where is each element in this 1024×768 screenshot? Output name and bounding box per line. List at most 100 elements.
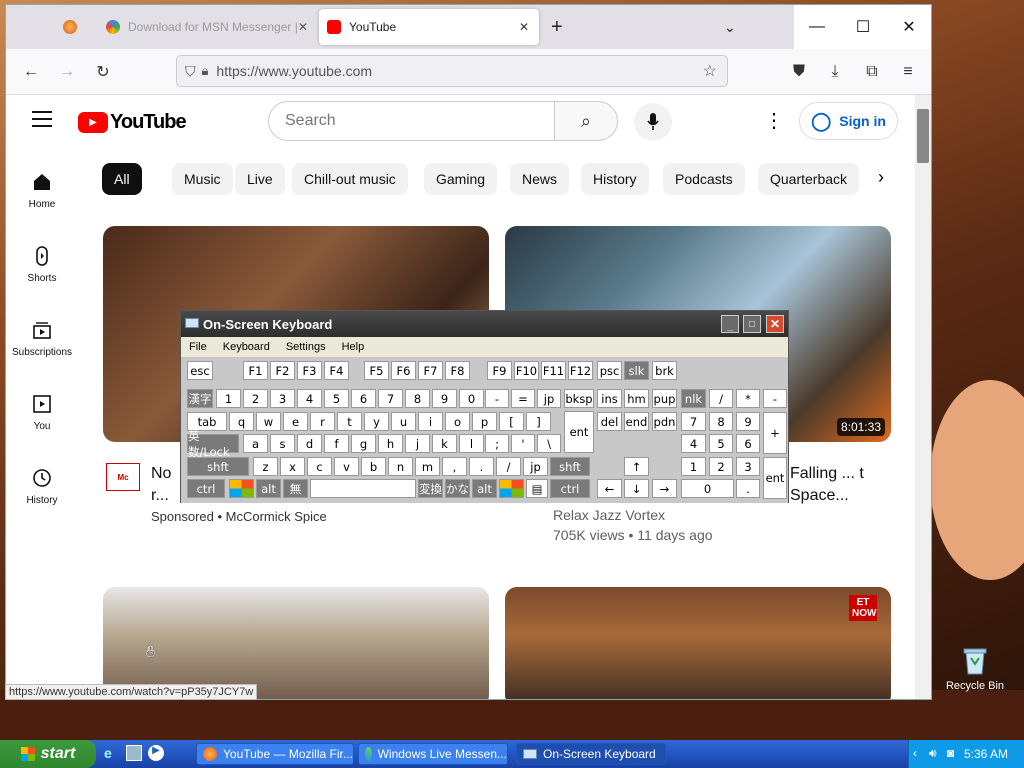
hamburger-menu-icon[interactable] bbox=[32, 111, 52, 127]
key-shft[interactable]: shft bbox=[550, 457, 590, 476]
key-F5[interactable]: F5 bbox=[364, 361, 389, 380]
ie-icon[interactable]: e bbox=[104, 745, 120, 761]
key-かな[interactable]: かな bbox=[445, 479, 470, 498]
key-5[interactable]: 5 bbox=[324, 389, 349, 408]
youtube-logo[interactable]: ▶ YouTube bbox=[78, 111, 187, 134]
list-tabs-chevron-icon[interactable]: ⌄ bbox=[724, 9, 744, 45]
key-4[interactable]: 4 bbox=[681, 434, 706, 453]
key-l[interactable]: l bbox=[459, 434, 484, 453]
key-3[interactable]: 3 bbox=[736, 457, 760, 476]
key-F11[interactable]: F11 bbox=[541, 361, 566, 380]
key-brk[interactable]: brk bbox=[652, 361, 677, 380]
forward-button[interactable]: → bbox=[52, 57, 82, 87]
key-jp[interactable]: jp bbox=[537, 389, 561, 408]
key-slk[interactable]: slk bbox=[624, 361, 649, 380]
key-3[interactable]: 3 bbox=[270, 389, 295, 408]
key-j[interactable]: j bbox=[405, 434, 430, 453]
sign-in-button[interactable]: ◯ Sign in bbox=[799, 102, 898, 140]
key-2[interactable]: 2 bbox=[243, 389, 268, 408]
osk-close-button[interactable]: ✕ bbox=[766, 315, 784, 333]
osk-maximize-button[interactable]: □ bbox=[743, 315, 761, 333]
network-icon[interactable]: ◙ bbox=[947, 746, 954, 760]
taskbar-item-osk[interactable]: On-Screen Keyboard bbox=[516, 743, 666, 765]
key-alt[interactable]: alt bbox=[256, 479, 281, 498]
chip-gaming[interactable]: Gaming bbox=[424, 163, 498, 195]
more-options-icon[interactable]: ⋮ bbox=[764, 109, 784, 133]
key-e[interactable]: e bbox=[283, 412, 308, 431]
context-menu-key-icon[interactable]: ▤ bbox=[526, 479, 548, 498]
key-4[interactable]: 4 bbox=[297, 389, 322, 408]
key-/[interactable]: / bbox=[709, 389, 733, 408]
video-thumbnail[interactable]: ET NOW bbox=[505, 587, 891, 699]
sidebar-item-subscriptions[interactable]: Subscriptions bbox=[6, 319, 78, 358]
key-z[interactable]: z bbox=[253, 457, 278, 476]
key-w[interactable]: w bbox=[256, 412, 281, 431]
key-↑[interactable]: ↑ bbox=[624, 457, 649, 476]
key-c[interactable]: c bbox=[307, 457, 332, 476]
key-pup[interactable]: pup bbox=[652, 389, 677, 408]
key-n[interactable]: n bbox=[388, 457, 413, 476]
key-k[interactable]: k bbox=[432, 434, 457, 453]
key-変換[interactable]: 変換 bbox=[418, 479, 443, 498]
key-pdn[interactable]: pdn bbox=[652, 412, 677, 431]
key--[interactable]: - bbox=[763, 389, 787, 408]
key-*[interactable]: * bbox=[736, 389, 760, 408]
key-u[interactable]: u bbox=[391, 412, 416, 431]
key-jp[interactable]: jp bbox=[523, 457, 548, 476]
sidebar-item-shorts[interactable]: Shorts bbox=[6, 245, 78, 284]
close-window-button[interactable]: ✕ bbox=[886, 5, 931, 49]
key-m[interactable]: m bbox=[415, 457, 440, 476]
key-9[interactable]: 9 bbox=[736, 412, 760, 431]
scrollbar[interactable] bbox=[915, 95, 931, 699]
key-英数/Lock[interactable]: 英数/Lock bbox=[187, 429, 239, 459]
url-bar[interactable]: ⛉ 🔒︎ https://www.youtube.com ☆ bbox=[176, 55, 728, 87]
key-1[interactable]: 1 bbox=[681, 457, 706, 476]
key-7[interactable]: 7 bbox=[681, 412, 706, 431]
new-tab-button[interactable]: + bbox=[551, 9, 571, 45]
key-[[interactable]: [ bbox=[499, 412, 524, 431]
key-h[interactable]: h bbox=[378, 434, 403, 453]
windows-key-icon[interactable] bbox=[499, 479, 524, 498]
chip-music[interactable]: Music bbox=[172, 163, 233, 195]
reload-button[interactable]: ↻ bbox=[88, 57, 118, 87]
key-g[interactable]: g bbox=[351, 434, 376, 453]
key-9[interactable]: 9 bbox=[432, 389, 457, 408]
key-5[interactable]: 5 bbox=[709, 434, 733, 453]
key-ent[interactable]: ent bbox=[763, 457, 787, 499]
windows-key-icon[interactable] bbox=[229, 479, 254, 498]
key-b[interactable]: b bbox=[361, 457, 386, 476]
chip-chill-out-music[interactable]: Chill-out music bbox=[292, 163, 408, 195]
key-r[interactable]: r bbox=[310, 412, 335, 431]
key-ent[interactable]: ent bbox=[564, 411, 594, 453]
key-/[interactable]: / bbox=[496, 457, 521, 476]
key-psc[interactable]: psc bbox=[597, 361, 622, 380]
close-icon[interactable]: ✕ bbox=[298, 20, 308, 34]
key-][interactable]: ] bbox=[526, 412, 551, 431]
lock-icon[interactable]: 🔒︎ bbox=[202, 63, 209, 79]
taskbar-item-messenger[interactable]: Windows Live Messen... bbox=[358, 743, 508, 765]
key-x[interactable]: x bbox=[280, 457, 305, 476]
key-ctrl[interactable]: ctrl bbox=[187, 479, 225, 498]
show-desktop-icon[interactable] bbox=[126, 745, 142, 761]
taskbar-item-firefox[interactable]: YouTube — Mozilla Fir... bbox=[196, 743, 354, 765]
bookmark-star-icon[interactable]: ☆ bbox=[703, 61, 717, 81]
key-←[interactable]: ← bbox=[597, 479, 622, 498]
key-+[interactable]: + bbox=[763, 412, 787, 454]
key-6[interactable]: 6 bbox=[736, 434, 760, 453]
maximize-button[interactable]: ☐ bbox=[840, 5, 886, 49]
key-blank[interactable] bbox=[310, 479, 416, 498]
tray-collapse-icon[interactable]: ‹ bbox=[913, 746, 917, 760]
key-bksp[interactable]: bksp bbox=[564, 389, 594, 408]
key-f[interactable]: f bbox=[324, 434, 349, 453]
key-F6[interactable]: F6 bbox=[391, 361, 416, 380]
key-6[interactable]: 6 bbox=[351, 389, 376, 408]
channel-name[interactable]: Relax Jazz Vortex bbox=[553, 507, 665, 523]
key-v[interactable]: v bbox=[334, 457, 359, 476]
scrollbar-thumb[interactable] bbox=[917, 109, 929, 163]
key-,[interactable]: , bbox=[442, 457, 467, 476]
key-y[interactable]: y bbox=[364, 412, 389, 431]
menu-settings[interactable]: Settings bbox=[278, 341, 334, 353]
key-=[interactable]: = bbox=[511, 389, 535, 408]
media-player-icon[interactable]: ▶ bbox=[148, 745, 164, 761]
downloads-icon[interactable]: ⤓ bbox=[820, 57, 850, 87]
